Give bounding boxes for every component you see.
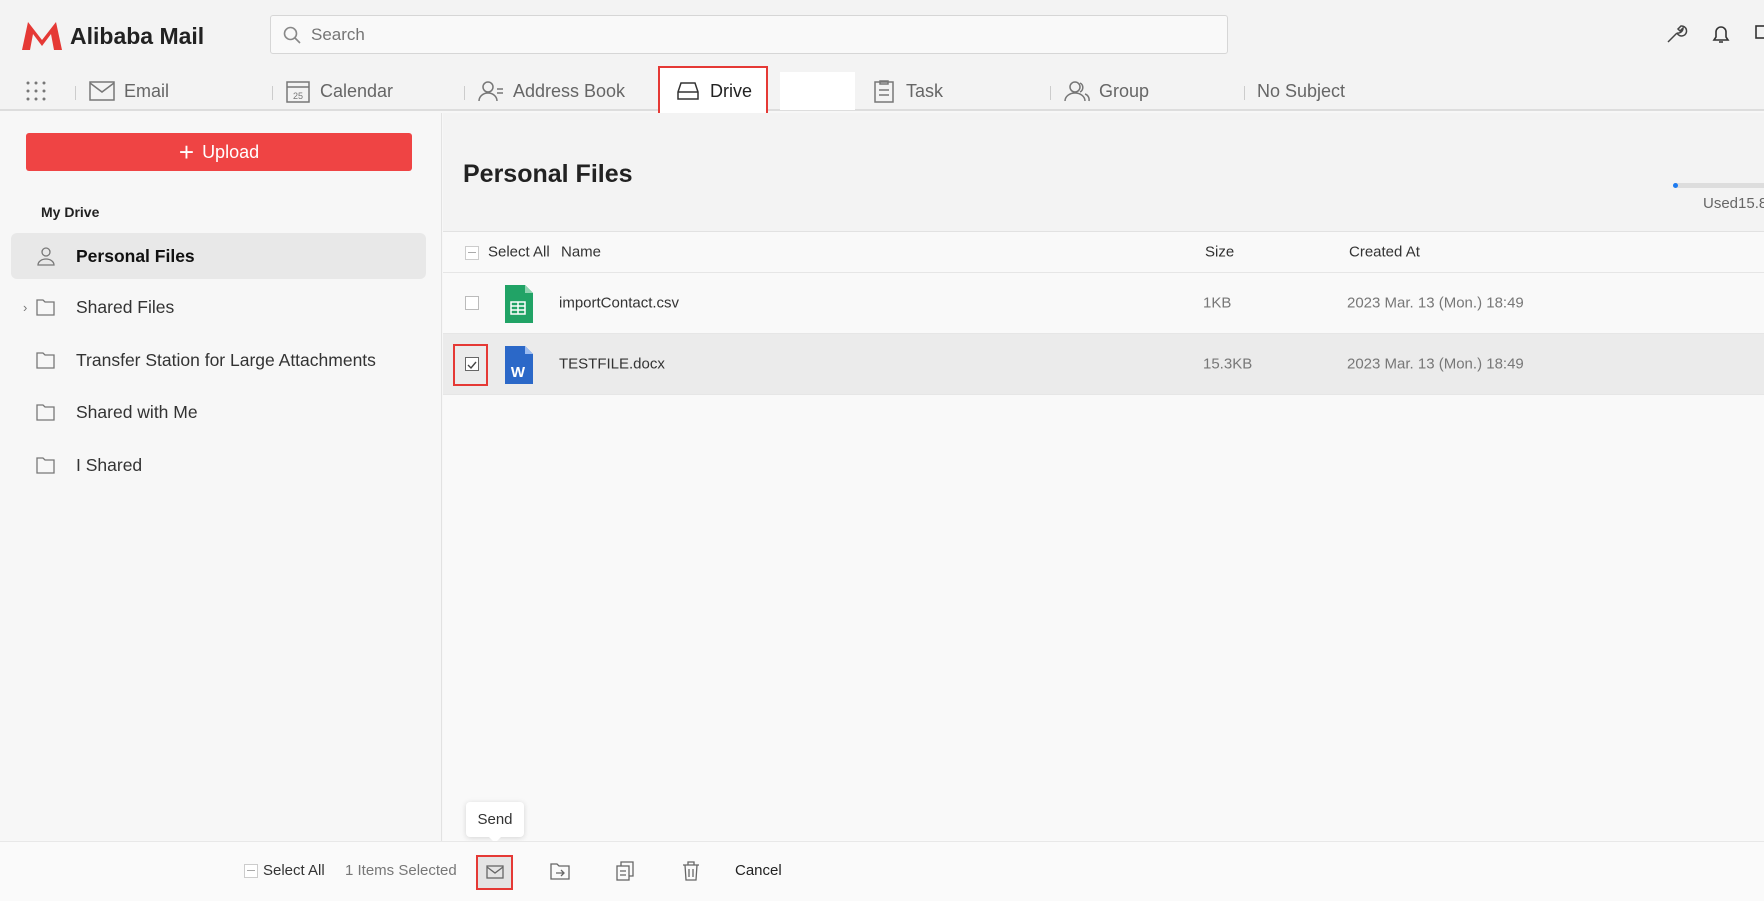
user-folder-icon: [36, 457, 55, 474]
sidebar-item-i-shared[interactable]: I Shared: [11, 442, 426, 488]
tab-spacer: [780, 72, 855, 110]
apps-grid-icon[interactable]: [25, 80, 47, 102]
tab-group[interactable]: Group: [1063, 72, 1149, 110]
select-all-checkbox[interactable]: [465, 246, 479, 260]
wrench-icon[interactable]: [1664, 22, 1688, 46]
sidebar-item-transfer-station[interactable]: Transfer Station for Large Attachments: [11, 337, 426, 383]
move-to-folder-icon[interactable]: [549, 860, 571, 882]
bottom-select-all-label[interactable]: Select All: [263, 862, 325, 879]
person-icon: [37, 247, 55, 266]
logo-m-icon: [22, 22, 62, 50]
tab-address-book[interactable]: Address Book: [477, 72, 625, 110]
bell-icon[interactable]: [1709, 22, 1733, 46]
tab-drive[interactable]: Drive: [658, 66, 769, 116]
select-all-label[interactable]: Select All: [488, 244, 550, 261]
plus-icon: +: [178, 137, 195, 167]
tab-no-subject[interactable]: No Subject: [1257, 72, 1345, 110]
section-title: My Drive: [41, 204, 100, 220]
file-created: 2023 Mar. 13 (Mon.) 18:49: [1347, 294, 1524, 312]
column-size[interactable]: Size: [1205, 244, 1234, 261]
shared-folder-icon: [36, 299, 55, 316]
page-title: Personal Files: [463, 160, 633, 188]
word-file-icon: W: [505, 346, 533, 384]
sidebar: + Upload My Drive Personal Files › Shared …: [0, 113, 442, 841]
trash-icon[interactable]: [680, 860, 702, 882]
sidebar-item-shared-with-me[interactable]: Shared with Me: [11, 389, 426, 435]
app-logo[interactable]: Alibaba Mail: [20, 20, 204, 52]
send-button[interactable]: [476, 855, 513, 890]
user-folder-icon: [36, 404, 55, 421]
main-nav: Email 25 Calendar Address Book Drive Task…: [0, 66, 1764, 116]
top-bar: Alibaba Mail Email 25Calendar Address Bo…: [0, 0, 1764, 116]
tab-task[interactable]: Task: [870, 72, 943, 110]
envelope-icon: [89, 81, 115, 101]
sidebar-item-shared-files[interactable]: › Shared Files: [11, 284, 426, 330]
tab-calendar[interactable]: 25 Calendar: [284, 72, 393, 110]
search-input[interactable]: [311, 24, 1111, 45]
clipboard-icon: [874, 80, 894, 103]
table-row[interactable]: W TESTFILE.docx 15.3KB 2023 Mar. 13 (Mon…: [443, 334, 1764, 395]
selection-action-bar: Select All 1 Items Selected Cancel: [0, 841, 1764, 901]
sidebar-item-personal-files[interactable]: Personal Files: [11, 233, 426, 279]
calendar-icon: 25: [286, 81, 310, 103]
drive-icon: [677, 82, 699, 100]
svg-text:25: 25: [293, 91, 303, 101]
column-created[interactable]: Created At: [1349, 244, 1420, 261]
tab-email[interactable]: Email: [88, 72, 169, 110]
file-size: 1KB: [1203, 294, 1232, 312]
contacts-icon: [478, 81, 503, 102]
file-size: 15.3KB: [1203, 355, 1253, 373]
file-created: 2023 Mar. 13 (Mon.) 18:49: [1347, 355, 1524, 373]
storage-usage-bar: [1673, 183, 1764, 188]
chevron-right-icon[interactable]: ›: [23, 300, 27, 315]
search-icon: [283, 26, 301, 44]
search-box[interactable]: [270, 15, 1228, 54]
transfer-folder-icon: [36, 352, 55, 369]
file-name[interactable]: TESTFILE.docx: [559, 356, 665, 373]
cancel-button[interactable]: Cancel: [735, 862, 782, 879]
send-tooltip: Send: [466, 802, 524, 843]
bottom-select-all-checkbox[interactable]: [244, 864, 258, 878]
group-icon: [1064, 81, 1090, 102]
row-checkbox[interactable]: [465, 296, 479, 310]
envelope-icon: [486, 865, 504, 879]
column-name[interactable]: Name: [561, 244, 601, 261]
svg-text:W: W: [511, 364, 526, 381]
table-header: Select All Name Size Created At: [443, 232, 1764, 273]
check-icon: [467, 361, 477, 370]
table-row[interactable]: importContact.csv 1KB 2023 Mar. 13 (Mon.…: [443, 273, 1764, 334]
drive-header: Personal Files Used15.8: [443, 113, 1764, 232]
storage-usage-text: Used15.8: [1703, 195, 1764, 212]
spreadsheet-file-icon: [505, 285, 533, 323]
file-name[interactable]: importContact.csv: [559, 295, 679, 312]
file-table: Select All Name Size Created At importCo…: [443, 232, 1764, 841]
row-checkbox-checked[interactable]: [465, 357, 479, 371]
app-title: Alibaba Mail: [70, 22, 205, 49]
monitor-icon[interactable]: [1754, 22, 1764, 46]
selected-count: 1 Items Selected: [345, 862, 457, 879]
copy-icon[interactable]: [614, 860, 636, 882]
upload-button[interactable]: + Upload: [26, 133, 412, 171]
